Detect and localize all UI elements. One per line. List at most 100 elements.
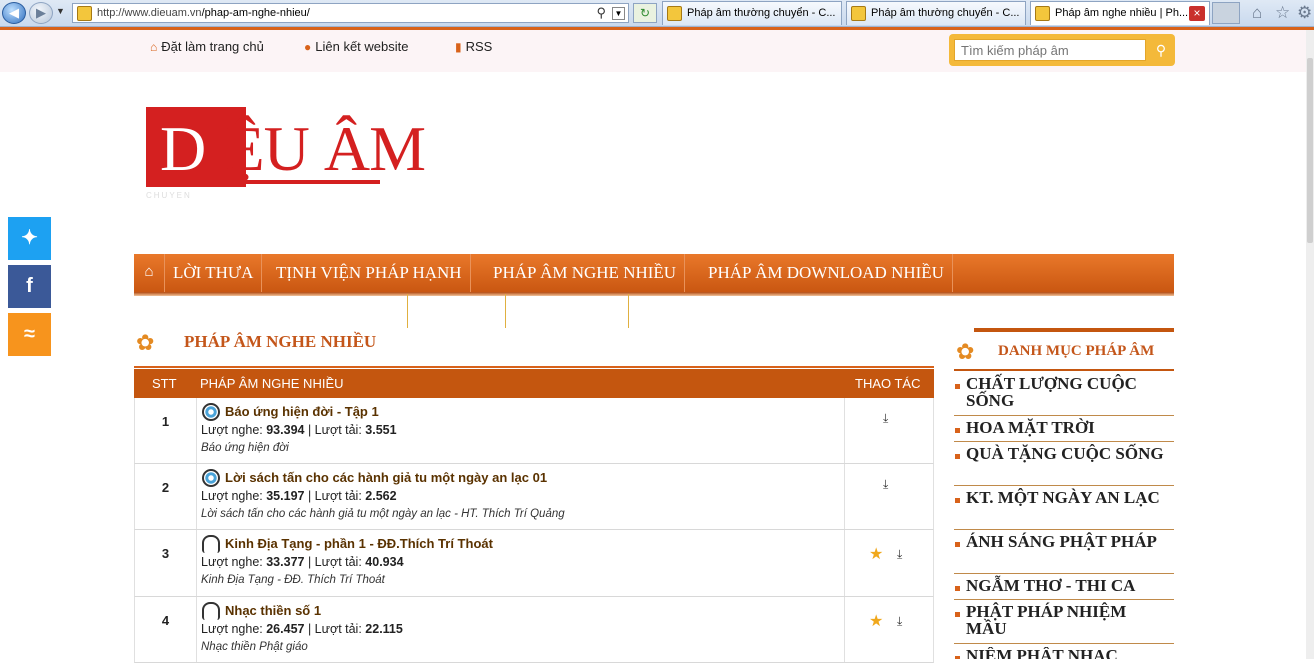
search-input[interactable]: [954, 39, 1146, 61]
sidebar-category[interactable]: KT. MỘT NGÀY AN LẠC: [954, 489, 1174, 530]
sidebar-top-bar: [974, 328, 1174, 332]
sidebar-category[interactable]: ÁNH SÁNG PHẬT PHÁP: [954, 533, 1174, 574]
sidebar-title: DANH MỤC PHÁP ÂM: [998, 343, 1155, 359]
download-icon[interactable]: ⤓: [883, 411, 888, 426]
column-action: THAO TÁC: [855, 376, 921, 391]
table-row: 4 Nhạc thiền số 1 Lượt nghe: 26.457 | Lư…: [134, 597, 934, 663]
facebook-button[interactable]: f: [8, 265, 51, 308]
row-stt: 1: [161, 414, 170, 429]
tab-label: Pháp âm thường chuyển - C...: [871, 7, 1020, 19]
section-divider: [134, 366, 934, 368]
twitter-button[interactable]: ✦: [8, 217, 51, 260]
row-description: Lời sách tấn cho các hành giả tu một ngà…: [201, 508, 565, 520]
row-title-link[interactable]: Kinh Địa Tạng - phần 1 - ĐĐ.Thích Trí Th…: [225, 536, 493, 551]
sidebar-category[interactable]: PHẬT PHÁP NHIỆM MẦU: [954, 603, 1174, 644]
top-links-bar: ⌂ Đặt làm trang chủ ● Liên kết website ▮ RS…: [0, 30, 1310, 72]
video-icon: [202, 469, 220, 487]
logo-text: DIỆU ÂM: [160, 113, 426, 184]
twitter-icon: ✦: [21, 227, 38, 249]
download-icon[interactable]: ⤓: [897, 614, 902, 629]
nav-item-download-nhieu[interactable]: PHÁP ÂM DOWNLOAD NHIỀU: [700, 254, 953, 292]
nav-item-tinh-vien[interactable]: TỊNH VIỆN PHÁP HẠNH: [268, 254, 471, 292]
set-homepage-link[interactable]: ⌂ Đặt làm trang chủ: [150, 39, 264, 54]
nav-home[interactable]: ⌂: [134, 254, 165, 292]
headphones-icon: [202, 535, 220, 553]
facebook-icon: f: [26, 275, 33, 297]
nav-shadow: [134, 292, 1174, 296]
table-row: 3 Kinh Địa Tạng - phần 1 - ĐĐ.Thích Trí …: [134, 530, 934, 597]
rss-icon: ≈: [24, 323, 35, 345]
lotus-icon: ✿: [956, 339, 975, 364]
sidebar-category[interactable]: HOA MẶT TRỜI: [954, 419, 1174, 442]
back-button[interactable]: ◀: [2, 2, 26, 24]
sidebar-category[interactable]: NGẪM THƠ - THI CA: [954, 577, 1174, 600]
download-icon[interactable]: ⤓: [897, 547, 902, 562]
browser-tab-active[interactable]: Pháp âm nghe nhiều | Ph... ×: [1030, 1, 1210, 25]
nav-divider: [628, 294, 629, 328]
home-icon: ⌂: [144, 264, 154, 280]
tab-label: Pháp âm thường chuyển - C...: [687, 7, 836, 19]
row-stt: 2: [161, 480, 170, 495]
tab-favicon-icon: [667, 6, 682, 21]
row-stats: Lượt nghe: 35.197 | Lượt tải: 2.562: [201, 489, 397, 503]
close-tab-icon[interactable]: ×: [1189, 6, 1205, 21]
scrollbar-thumb[interactable]: [1307, 58, 1313, 243]
row-title-link[interactable]: Nhạc thiền số 1: [225, 603, 321, 618]
logo-subtext: CHUYEN: [146, 191, 192, 200]
favorites-star-icon[interactable]: ☆: [1275, 3, 1290, 23]
row-description: Nhạc thiền Phật giáo: [201, 641, 308, 653]
row-title-link[interactable]: Báo ứng hiện đời - Tập 1: [225, 404, 379, 419]
search-icon[interactable]: ⚲: [596, 5, 606, 21]
row-stats: Lượt nghe: 93.394 | Lượt tải: 3.551: [201, 423, 397, 437]
sidebar-category[interactable]: CHẤT LƯỢNG CUỘC SỐNG: [954, 375, 1174, 416]
history-dropdown-icon[interactable]: ▼: [56, 6, 65, 16]
add-favorite-star-icon[interactable]: ★: [869, 544, 883, 564]
main-navigation: ⌂ LỜI THƯA TỊNH VIỆN PHÁP HẠNH PHÁP ÂM N…: [134, 254, 1174, 296]
add-favorite-star-icon[interactable]: ★: [869, 611, 883, 631]
tab-favicon-icon: [851, 6, 866, 21]
link-website-link[interactable]: ● Liên kết website: [304, 39, 408, 54]
video-icon: [202, 403, 220, 421]
tab-favicon-icon: [1035, 6, 1050, 21]
site-logo[interactable]: DIỆU ÂM CHUYEN: [146, 107, 426, 202]
section-title: PHÁP ÂM NGHE NHIỀU: [184, 332, 377, 351]
row-stats: Lượt nghe: 33.377 | Lượt tải: 40.934: [201, 555, 404, 569]
download-icon[interactable]: ⤓: [883, 477, 888, 492]
rss-button[interactable]: ≈: [8, 313, 51, 356]
table-row: 1 Báo ứng hiện đời - Tập 1 Lượt nghe: 93…: [134, 398, 934, 464]
new-tab-button[interactable]: [1212, 2, 1240, 24]
site-favicon-icon: [77, 6, 92, 21]
search-box: ⚲: [949, 34, 1175, 66]
row-description: Báo ứng hiện đời: [201, 442, 289, 454]
tab-label: Pháp âm nghe nhiều | Ph...: [1055, 7, 1189, 19]
lotus-icon: ✿: [136, 330, 155, 355]
column-name: PHÁP ÂM NGHE NHIỀU: [200, 376, 344, 391]
search-button[interactable]: ⚲: [1151, 39, 1171, 61]
page-scrollbar[interactable]: [1306, 30, 1314, 659]
browser-tab-2[interactable]: Pháp âm thường chuyển - C...: [846, 1, 1026, 25]
browser-toolbar: ◀ ▶ ▼ http://www.dieuam.vn/phap-am-nghe-…: [0, 0, 1314, 27]
nav-divider: [505, 294, 506, 328]
rss-bars-icon: ▮: [455, 40, 462, 54]
headphones-icon: [202, 602, 220, 620]
address-dropdown-icon[interactable]: ▼: [612, 7, 625, 20]
browser-tab-1[interactable]: Pháp âm thường chuyển - C...: [662, 1, 842, 25]
forward-button[interactable]: ▶: [29, 2, 53, 24]
sidebar-category[interactable]: QUÀ TẶNG CUỘC SỐNG: [954, 445, 1174, 486]
nav-item-nghe-nhieu[interactable]: PHÁP ÂM NGHE NHIỀU: [485, 254, 686, 292]
nav-item-loi-thua[interactable]: LỜI THƯA: [165, 254, 263, 292]
row-title-link[interactable]: Lời sách tấn cho các hành giả tu một ngà…: [225, 470, 547, 485]
address-bar[interactable]: http://www.dieuam.vn/phap-am-nghe-nhieu/…: [72, 3, 629, 23]
compatibility-view-icon[interactable]: ↻: [633, 3, 657, 23]
nav-divider: [407, 294, 408, 328]
rss-link[interactable]: ▮ RSS: [455, 39, 492, 54]
logo-underline: [246, 180, 380, 184]
address-url: http://www.dieuam.vn/phap-am-nghe-nhieu/: [97, 7, 310, 19]
globe-icon: ●: [304, 40, 312, 54]
sidebar-category[interactable]: NIỆM PHẬT NHẠC: [954, 647, 1174, 659]
settings-gear-icon[interactable]: ⚙: [1297, 3, 1312, 23]
table-header: STT PHÁP ÂM NGHE NHIỀU THAO TÁC: [134, 369, 934, 398]
row-description: Kinh Địa Tạng - ĐĐ. Thích Trí Thoát: [201, 574, 385, 586]
home-icon[interactable]: ⌂: [1252, 3, 1262, 23]
home-icon: ⌂: [150, 40, 158, 54]
